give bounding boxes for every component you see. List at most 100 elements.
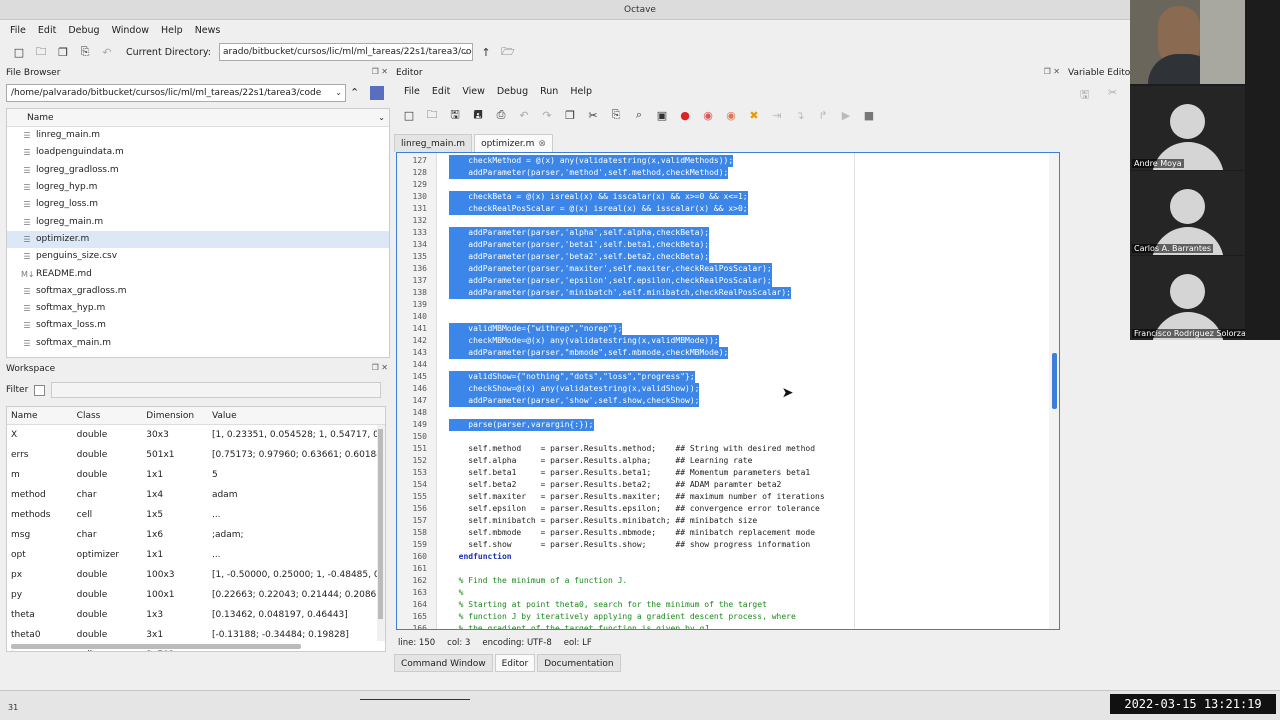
file-row[interactable]: ☰ softmax_main.m bbox=[7, 335, 389, 352]
bottom-tab-command-window[interactable]: Command Window bbox=[394, 654, 493, 672]
editor-menu-help[interactable]: Help bbox=[564, 86, 598, 97]
workspace-vscrollbar[interactable] bbox=[377, 425, 385, 641]
filter-input[interactable] bbox=[51, 382, 382, 398]
undo-icon[interactable]: ↶ bbox=[515, 106, 533, 124]
editor-menu-debug[interactable]: Debug bbox=[491, 86, 534, 97]
editor-tab[interactable]: optimizer.m ⊗ bbox=[474, 134, 553, 152]
file-row[interactable]: ☰ logreg_hyp.m bbox=[7, 179, 389, 196]
menu-help[interactable]: Help bbox=[155, 25, 189, 36]
paste-icon[interactable]: ⎘ bbox=[607, 106, 625, 124]
file-row[interactable]: ☰ logreg_gradloss.m bbox=[7, 162, 389, 179]
table-row[interactable]: msg char 1x6 ;adam; bbox=[7, 525, 385, 545]
close-tab-icon[interactable]: ⊗ bbox=[538, 139, 546, 149]
participant-tile[interactable]: Francisco Rodriguez Solorza bbox=[1130, 256, 1245, 340]
save-icon[interactable]: 🖫 bbox=[446, 106, 464, 124]
column-header-class[interactable]: Class bbox=[73, 407, 143, 424]
step-in-icon[interactable]: ↴ bbox=[791, 106, 809, 124]
workspace-hscrollbar[interactable] bbox=[11, 644, 301, 649]
table-row[interactable]: py double 100x1 [0.22663; 0.22043; 0.21444;… bbox=[7, 585, 385, 605]
current-directory-combo[interactable]: arado/bitbucket/cursos/lic/ml/ml_tareas/… bbox=[219, 43, 473, 61]
file-browser-path[interactable]: /home/palvarado/bitbucket/cursos/lic/ml/… bbox=[6, 84, 346, 102]
file-browser-panel: File Browser ❐ ✕ /home/palvarado/bitbuck… bbox=[4, 66, 390, 358]
file-row[interactable]: ☰ linreg_main.m bbox=[7, 127, 389, 144]
open-file-icon[interactable]: 🗀 bbox=[32, 43, 50, 61]
next-breakpoint-icon[interactable]: ◉ bbox=[699, 106, 717, 124]
column-header-dimension[interactable]: Dimension bbox=[142, 407, 208, 424]
step-out-icon[interactable]: ↱ bbox=[814, 106, 832, 124]
bottom-tab-documentation[interactable]: Documentation bbox=[537, 654, 621, 672]
directory-settings-icon[interactable] bbox=[370, 86, 384, 100]
code-editor[interactable]: ➤ 127 checkMethod = @(x) any(validatestr… bbox=[396, 152, 1060, 630]
redo-icon[interactable]: ↷ bbox=[538, 106, 556, 124]
editor-menu-run[interactable]: Run bbox=[534, 86, 564, 97]
table-row[interactable]: opt optimizer 1x1... bbox=[7, 545, 385, 565]
file-row[interactable]: M↓ README.md bbox=[7, 265, 389, 282]
menu-window[interactable]: Window bbox=[106, 25, 155, 36]
file-row[interactable]: ☰ logreg_main.m bbox=[7, 213, 389, 230]
paste-icon[interactable]: ⎘ bbox=[76, 43, 94, 61]
table-row[interactable]: method char 1x4 adam bbox=[7, 485, 385, 505]
workspace-vscroll-thumb[interactable] bbox=[378, 429, 383, 619]
cell-name: px bbox=[11, 570, 23, 580]
menu-news[interactable]: News bbox=[189, 25, 227, 36]
file-row[interactable]: ☰ optimizer.m bbox=[7, 230, 389, 249]
menu-debug[interactable]: Debug bbox=[62, 25, 105, 36]
file-row[interactable]: ☰ logreg_loss.m bbox=[7, 196, 389, 213]
parent-directory-icon[interactable]: ↑ bbox=[477, 43, 495, 61]
editor-vscrollbar[interactable] bbox=[1049, 153, 1059, 629]
open-file-icon[interactable]: 🗀 bbox=[423, 106, 441, 124]
file-row[interactable]: ☰ penguins_size.csv bbox=[7, 248, 389, 265]
stop-icon[interactable]: ■ bbox=[860, 106, 878, 124]
cell-value: ... bbox=[211, 550, 221, 560]
file-row[interactable]: ☰ softmax_loss.m bbox=[7, 317, 389, 334]
find-icon[interactable]: ⌕ bbox=[630, 106, 648, 124]
table-row[interactable]: m double 1x1 5 bbox=[7, 465, 385, 485]
copy-icon[interactable]: ❐ bbox=[561, 106, 579, 124]
step-over-icon[interactable]: ⇥ bbox=[768, 106, 786, 124]
cut-icon[interactable]: ✂ bbox=[584, 106, 602, 124]
column-header-value[interactable]: Value bbox=[208, 407, 385, 424]
participant-tile[interactable]: Andre Moya bbox=[1130, 86, 1245, 170]
menu-file[interactable]: File bbox=[4, 25, 32, 36]
editor-vscroll-thumb[interactable] bbox=[1052, 353, 1057, 409]
workspace-panel: Workspace ❐ ✕ Filter Name Class Dimension V… bbox=[4, 362, 390, 672]
panel-dock-buttons[interactable]: ❐ ✕ bbox=[372, 67, 388, 76]
save-icon[interactable]: 🖫 bbox=[1080, 86, 1089, 105]
print-icon[interactable]: ⎙ bbox=[492, 106, 510, 124]
editor-tab[interactable]: linreg_main.m bbox=[394, 134, 473, 152]
editor-menu-edit[interactable]: Edit bbox=[426, 86, 456, 97]
undo-icon[interactable]: ↶ bbox=[98, 43, 116, 61]
table-row[interactable]: theta double 1x3 [0.13462, 0.048197, 0.4644… bbox=[7, 605, 385, 625]
remove-breakpoints-icon[interactable]: ✖ bbox=[745, 106, 763, 124]
file-row[interactable]: ☰ softmax_gradloss.m bbox=[7, 283, 389, 300]
menu-edit[interactable]: Edit bbox=[32, 25, 62, 36]
participant-tile[interactable]: Carlos A. Barrantes bbox=[1130, 171, 1245, 255]
new-script-icon[interactable]: □ bbox=[10, 43, 28, 61]
cell-value: [-0.13188; -0.34484; 0.19828] bbox=[211, 630, 349, 640]
table-row[interactable]: errs double 501x1 [0.75173; 0.97960; 0.6366… bbox=[7, 445, 385, 465]
table-row[interactable]: px double 100x3 [1, -0.50000, 0.25000; 1, -… bbox=[7, 565, 385, 585]
file-row[interactable]: ☰ loadpenguindata.m bbox=[7, 144, 389, 161]
table-row[interactable]: theta0 double 3x1 [-0.13188; -0.34484; 0.19… bbox=[7, 625, 385, 645]
breakpoint-icon[interactable]: ● bbox=[676, 106, 694, 124]
filter-checkbox[interactable] bbox=[34, 384, 46, 396]
file-list-header[interactable]: Name ⌄ bbox=[7, 109, 389, 127]
copy-icon[interactable]: ❐ bbox=[54, 43, 72, 61]
save-as-icon[interactable]: 🖪 bbox=[469, 106, 487, 124]
bottom-tab-editor[interactable]: Editor bbox=[494, 654, 536, 672]
new-file-icon[interactable]: □ bbox=[400, 106, 418, 124]
file-row[interactable]: ☰ softmax_hyp.m bbox=[7, 300, 389, 317]
browse-directory-icon[interactable]: 🗁 bbox=[499, 43, 517, 61]
editor-menu-view[interactable]: View bbox=[456, 86, 491, 97]
panel-dock-buttons[interactable]: ❐ ✕ bbox=[1044, 67, 1060, 76]
column-header-name[interactable]: Name bbox=[7, 407, 73, 424]
cut-icon[interactable]: ✂ bbox=[1108, 86, 1117, 99]
editor-menu-file[interactable]: File bbox=[398, 86, 426, 97]
continue-icon[interactable]: ▶ bbox=[837, 106, 855, 124]
run-file-icon[interactable]: ▣ bbox=[653, 106, 671, 124]
table-row[interactable]: Xdouble 30x3 [1, 0.23351, 0.054528; 1, 0.5… bbox=[7, 425, 385, 445]
table-row[interactable]: methods cell 1x5... bbox=[7, 505, 385, 525]
up-directory-icon[interactable]: ⌃ bbox=[350, 86, 359, 99]
previous-breakpoint-icon[interactable]: ◉ bbox=[722, 106, 740, 124]
panel-dock-buttons[interactable]: ❐ ✕ bbox=[372, 363, 388, 372]
